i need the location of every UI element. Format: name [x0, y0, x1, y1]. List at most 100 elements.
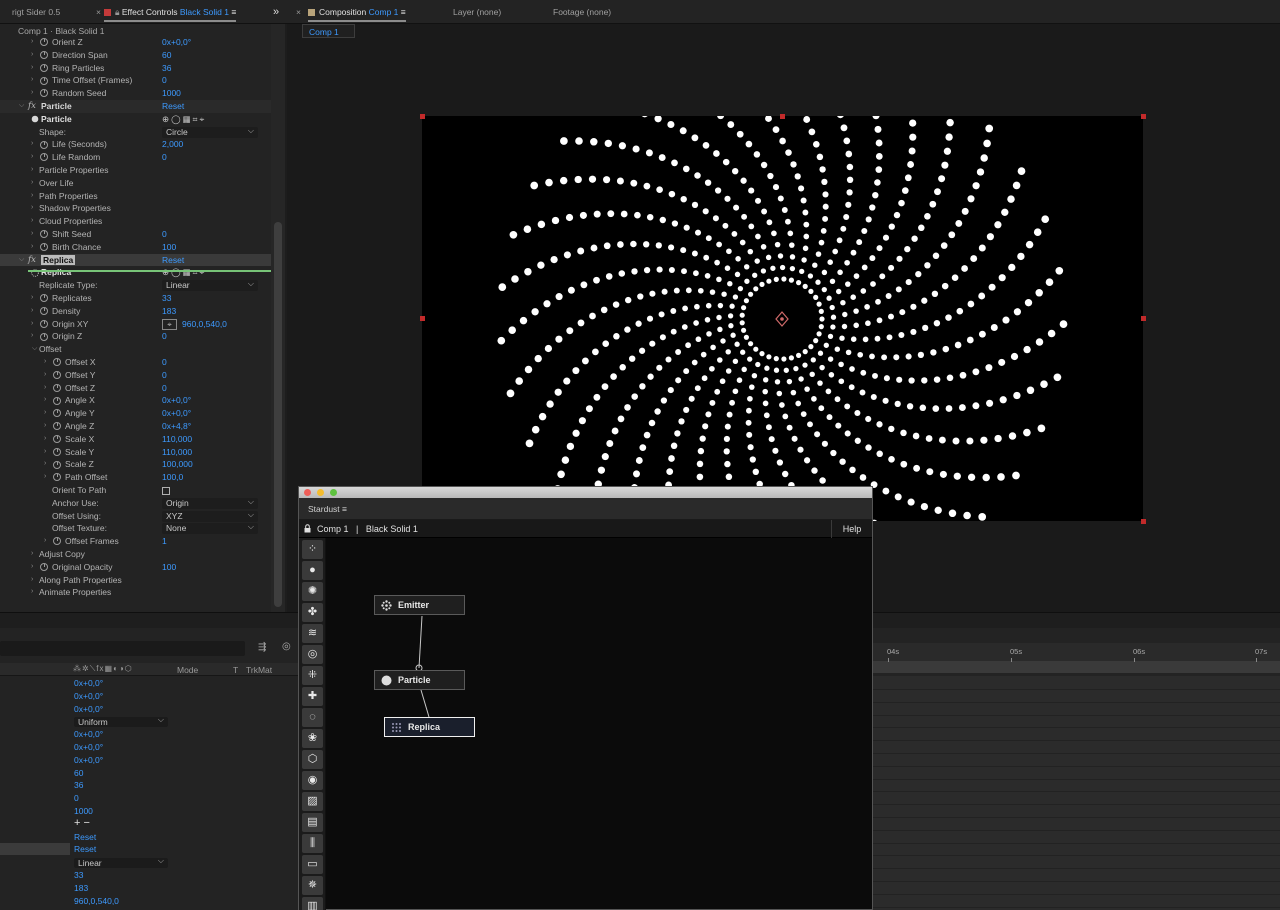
stopwatch-icon[interactable] [40, 319, 48, 328]
timeline-value[interactable]: Reset [74, 844, 96, 854]
ec-row-life-seconds[interactable]: › Life (Seconds) 2,000 [0, 138, 271, 151]
timeline-search-input[interactable] [0, 641, 245, 656]
disclosure-closed-icon[interactable]: › [31, 292, 33, 305]
stopwatch-icon[interactable] [40, 51, 48, 60]
stopwatch-icon[interactable] [40, 230, 48, 239]
panel-menu-icon[interactable]: ≡ [231, 7, 236, 17]
stopwatch-icon[interactable] [40, 89, 48, 98]
ec-row-anchor-use[interactable]: Anchor Use: Origin [0, 496, 271, 510]
layer-handle-tl[interactable] [420, 114, 425, 119]
ec-row-path-offset[interactable]: › Path Offset 100,0 [0, 471, 271, 484]
ec-row-replicates[interactable]: › Replicates 33 [0, 292, 271, 305]
disclosure-closed-icon[interactable]: › [31, 574, 33, 587]
stopwatch-icon[interactable] [53, 383, 61, 392]
disclosure-closed-icon[interactable]: › [44, 458, 46, 471]
ec-row-particle-properties[interactable]: › Particle Properties [0, 164, 271, 177]
property-value[interactable]: 1 [162, 535, 167, 548]
stopwatch-icon[interactable] [53, 358, 61, 367]
disclosure-closed-icon[interactable]: › [31, 190, 33, 203]
property-value[interactable]: 960,0,540,0 [182, 318, 227, 331]
ec-row-offset-z[interactable]: › Offset Z 0 [0, 382, 271, 395]
property-value[interactable]: 0 [162, 228, 167, 241]
property-value[interactable]: 0 [162, 151, 167, 164]
ec-row-direction-span[interactable]: › Direction Span 60 [0, 49, 271, 62]
ec-row-offset-texture[interactable]: Offset Texture: None [0, 521, 271, 535]
disclosure-closed-icon[interactable]: › [31, 241, 33, 254]
ec-row-particle[interactable]: Particle ⊕◯▦⌗⌖ [0, 113, 271, 126]
disclosure-closed-icon[interactable]: › [31, 177, 33, 190]
stopwatch-icon[interactable] [40, 38, 48, 47]
ec-row-ring-particles[interactable]: › Ring Particles 36 [0, 62, 271, 75]
property-value[interactable]: 0x+0,0° [162, 394, 191, 407]
stopwatch-icon[interactable] [53, 435, 61, 444]
effect-controls-scrollbar-thumb[interactable] [274, 222, 282, 607]
disclosure-closed-icon[interactable]: › [31, 586, 33, 599]
property-value[interactable]: 0 [162, 74, 167, 87]
property-value[interactable]: 36 [162, 62, 171, 75]
ec-row-density[interactable]: › Density 183 [0, 305, 271, 318]
ec-row-shape[interactable]: Shape: Circle [0, 125, 271, 139]
stopwatch-icon[interactable] [53, 409, 61, 418]
ec-row-birth-chance[interactable]: › Birth Chance 100 [0, 241, 271, 254]
tab-cut-panel[interactable]: rigt Sider 0.5 [12, 0, 60, 24]
disclosure-closed-icon[interactable]: › [44, 446, 46, 459]
node-tool-icons[interactable]: ⊕◯▦⌗⌖ [162, 266, 206, 279]
disclosure-open-icon[interactable]: ⌵ [19, 254, 24, 267]
anchor-point-icon[interactable] [775, 311, 789, 327]
ec-row-offset[interactable]: ⌵ Offset [0, 343, 271, 356]
tab-effect-controls[interactable]: 🔒︎ Effect Controls Black Solid 1 ≡ [104, 0, 237, 24]
add-remove-buttons[interactable]: + − [74, 817, 90, 829]
disclosure-closed-icon[interactable]: › [31, 87, 33, 100]
stopwatch-icon[interactable] [40, 63, 48, 72]
fx-toggle-icon[interactable]: fx [28, 100, 36, 113]
property-value[interactable]: 0x+4,8° [162, 420, 191, 433]
stopwatch-icon[interactable] [53, 396, 61, 405]
disclosure-closed-icon[interactable]: › [31, 62, 33, 75]
timeline-value[interactable]: 960,0,540,0 [74, 896, 119, 906]
stopwatch-icon[interactable] [53, 422, 61, 431]
stopwatch-icon[interactable] [53, 447, 61, 456]
property-dropdown[interactable]: Origin [162, 496, 258, 509]
disclosure-closed-icon[interactable]: › [31, 548, 33, 561]
disclosure-open-icon[interactable]: ⌵ [32, 343, 37, 356]
timeline-tracks[interactable] [872, 676, 1280, 910]
disclosure-closed-icon[interactable]: › [44, 356, 46, 369]
switches-icons[interactable]: ⁂✲⟍fx▦◐◑⬡ [73, 664, 133, 674]
reset-link[interactable]: Reset [162, 100, 184, 113]
timeline-flowchart-icon[interactable]: ⇶ [258, 642, 266, 653]
disclosure-closed-icon[interactable]: › [31, 215, 33, 228]
timeline-value[interactable]: 0x+0,0° [74, 729, 103, 739]
ec-row-orient-to-path[interactable]: Orient To Path [0, 484, 271, 497]
ec-row-path-properties[interactable]: › Path Properties [0, 190, 271, 203]
timeline-value[interactable]: 0x+0,0° [74, 678, 103, 688]
property-value[interactable]: 0x+0,0° [162, 36, 191, 49]
disclosure-closed-icon[interactable]: › [31, 228, 33, 241]
stopwatch-icon[interactable] [40, 294, 48, 303]
replica-node[interactable]: Replica [384, 717, 475, 737]
close-icon[interactable]: × [96, 0, 101, 24]
ec-row-particle[interactable]: ⌵ fx Particle Reset [0, 100, 271, 113]
disclosure-closed-icon[interactable]: › [31, 49, 33, 62]
ec-row-angle-x[interactable]: › Angle X 0x+0,0° [0, 394, 271, 407]
comp-subtab[interactable]: Comp 1 [302, 24, 355, 38]
panel-menu-icon[interactable]: ≡ [401, 7, 406, 17]
timeline-selected-row[interactable] [0, 843, 70, 855]
ec-row-along-path-properties[interactable]: › Along Path Properties [0, 574, 271, 587]
disclosure-closed-icon[interactable]: › [44, 433, 46, 446]
disclosure-closed-icon[interactable]: › [31, 318, 33, 331]
layer-handle-mr[interactable] [1141, 316, 1146, 321]
composition-canvas[interactable] [422, 116, 1143, 521]
disclosure-closed-icon[interactable]: › [31, 561, 33, 574]
timeline-dropdown[interactable]: Linear [74, 856, 168, 869]
timeline-solo-icon[interactable]: ◎ [282, 641, 291, 652]
tab-composition[interactable]: Composition Comp 1 ≡ [308, 0, 406, 24]
stopwatch-icon[interactable] [40, 76, 48, 85]
ec-row-replica[interactable]: Replica ⊕◯▦⌗⌖ [0, 266, 271, 279]
timeline-value[interactable]: 0 [74, 793, 79, 803]
property-dropdown[interactable]: Circle [162, 125, 258, 138]
disclosure-closed-icon[interactable]: › [44, 369, 46, 382]
ec-row-scale-z[interactable]: › Scale Z 100,000 [0, 458, 271, 471]
disclosure-closed-icon[interactable]: › [44, 407, 46, 420]
stopwatch-icon[interactable] [53, 371, 61, 380]
property-value[interactable]: 100 [162, 561, 176, 574]
